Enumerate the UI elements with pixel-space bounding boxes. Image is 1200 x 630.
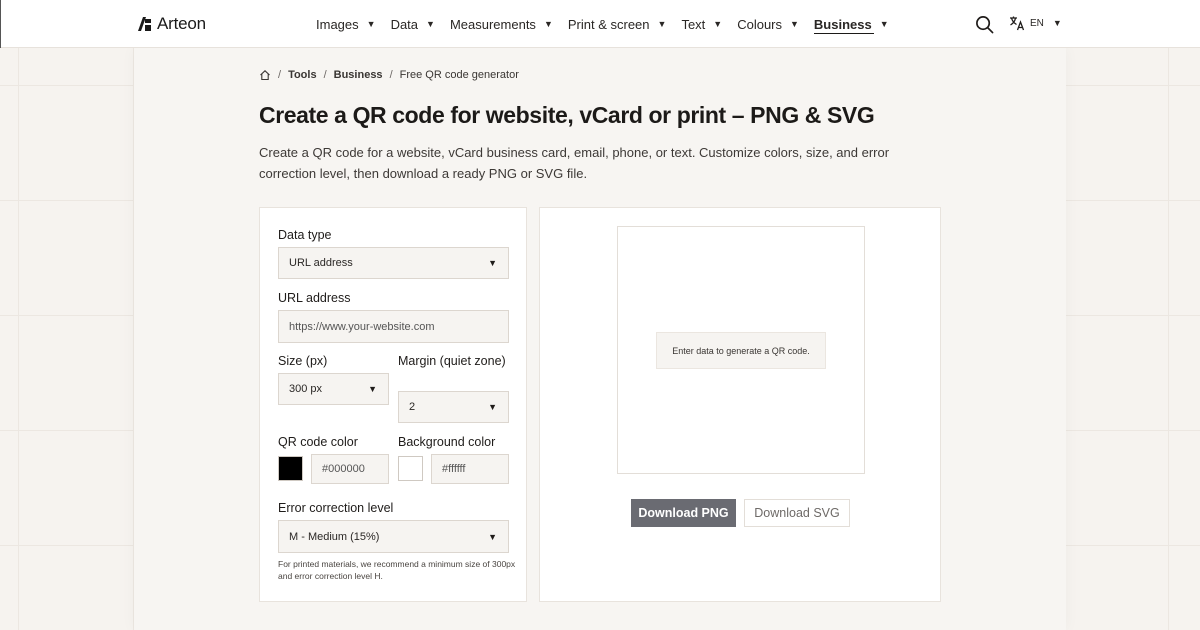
qr-preview-panel: Enter data to generate a QR code. Downlo… [539, 207, 941, 602]
download-svg-button[interactable]: Download SVG [744, 499, 850, 527]
bg-color-value: #ffffff [442, 463, 466, 475]
caret-down-icon: ▼ [488, 402, 497, 412]
print-hint: For printed materials, we recommend a mi… [278, 559, 516, 581]
breadcrumb-current: Free QR code generator [399, 69, 519, 81]
nav-label: Colours [737, 16, 782, 32]
caret-down-icon: ▼ [488, 531, 497, 542]
breadcrumb-tools[interactable]: Tools [288, 69, 317, 81]
top-navigation-bar: Arteon Images ▼ Data ▼ Measurements ▼ Pr… [0, 0, 1200, 48]
data-type-value: URL address [289, 257, 353, 269]
error-level-select[interactable]: M - Medium (15%) ▼ [278, 520, 509, 553]
margin-value: 2 [409, 401, 416, 413]
data-type-label: Data type [278, 228, 332, 242]
breadcrumb: / Tools / Business / Free QR code genera… [259, 69, 519, 81]
bg-color-swatch[interactable] [398, 456, 423, 481]
nav-item-colours[interactable]: Colours ▼ [737, 0, 799, 48]
language-selector[interactable]: EN ▼ [1009, 15, 1062, 31]
nav-item-data[interactable]: Data ▼ [391, 0, 435, 48]
nav-label: Measurements [449, 16, 536, 32]
error-level-label: Error correction level [278, 501, 394, 515]
translate-icon [1010, 16, 1025, 31]
main-nav: Images ▼ Data ▼ Measurements ▼ Print & s… [316, 0, 904, 48]
bg-color-label: Background color [398, 435, 496, 449]
download-png-button[interactable]: Download PNG [631, 499, 736, 527]
breadcrumb-separator: / [323, 69, 327, 81]
brand-logo-icon [138, 17, 151, 31]
qr-color-label: QR code color [278, 435, 358, 449]
qr-settings-form: Data type URL address ▼ URL address http… [259, 207, 527, 602]
main-content: / Tools / Business / Free QR code genera… [134, 48, 1066, 630]
qr-color-input[interactable]: #000000 [311, 454, 389, 484]
nav-item-print-screen[interactable]: Print & screen ▼ [568, 0, 667, 48]
size-value: 300 px [289, 383, 323, 395]
caret-down-icon: ▼ [790, 19, 799, 29]
nav-item-measurements[interactable]: Measurements ▼ [450, 0, 553, 48]
url-placeholder: https://www.your-website.com [289, 320, 435, 333]
margin-label: Margin (quiet zone) [398, 354, 506, 368]
caret-down-icon: ▼ [713, 19, 723, 29]
caret-down-icon: ▼ [657, 19, 667, 29]
bg-color-input[interactable]: #ffffff [431, 454, 509, 484]
nav-label: Business [813, 16, 872, 32]
brand-name: Arteon [157, 14, 206, 33]
nav-label: Text [681, 16, 706, 32]
caret-down-icon: ▼ [1052, 18, 1062, 28]
qr-placeholder-message: Enter data to generate a QR code. [656, 332, 826, 369]
margin-select[interactable]: 2 ▼ [398, 391, 509, 423]
caret-down-icon: ▼ [366, 19, 376, 29]
nav-label: Images [316, 16, 359, 32]
nav-item-business[interactable]: Business ▼ [814, 0, 889, 48]
qr-preview-canvas: Enter data to generate a QR code. [617, 226, 865, 474]
size-select[interactable]: 300 px ▼ [278, 373, 389, 405]
url-input[interactable]: https://www.your-website.com [278, 310, 509, 343]
data-type-select[interactable]: URL address ▼ [278, 247, 509, 279]
qr-color-value: #000000 [322, 463, 365, 475]
brand-logo-link[interactable]: Arteon [137, 14, 206, 34]
caret-down-icon: ▼ [543, 19, 553, 29]
language-code: EN [1030, 17, 1044, 29]
caret-down-icon: ▼ [368, 384, 377, 394]
home-icon[interactable] [259, 69, 271, 81]
breadcrumb-separator: / [278, 69, 282, 81]
breadcrumb-separator: / [389, 69, 393, 81]
nav-label: Data [390, 16, 419, 32]
nav-item-images[interactable]: Images ▼ [316, 0, 376, 48]
page-description: Create a QR code for a website, vCard bu… [259, 145, 890, 181]
url-label: URL address [278, 291, 351, 305]
caret-down-icon: ▼ [879, 19, 889, 29]
error-level-value: M - Medium (15%) [289, 530, 380, 543]
page-title: Create a QR code for website, vCard or p… [259, 102, 875, 128]
size-label: Size (px) [278, 354, 328, 368]
caret-down-icon: ▼ [426, 19, 435, 29]
qr-color-swatch[interactable] [278, 456, 303, 481]
nav-label: Print & screen [567, 16, 650, 32]
search-icon[interactable] [975, 15, 994, 34]
window-edge [0, 0, 1, 48]
nav-item-text[interactable]: Text ▼ [681, 0, 722, 48]
caret-down-icon: ▼ [488, 258, 497, 268]
breadcrumb-business[interactable]: Business [334, 69, 383, 81]
